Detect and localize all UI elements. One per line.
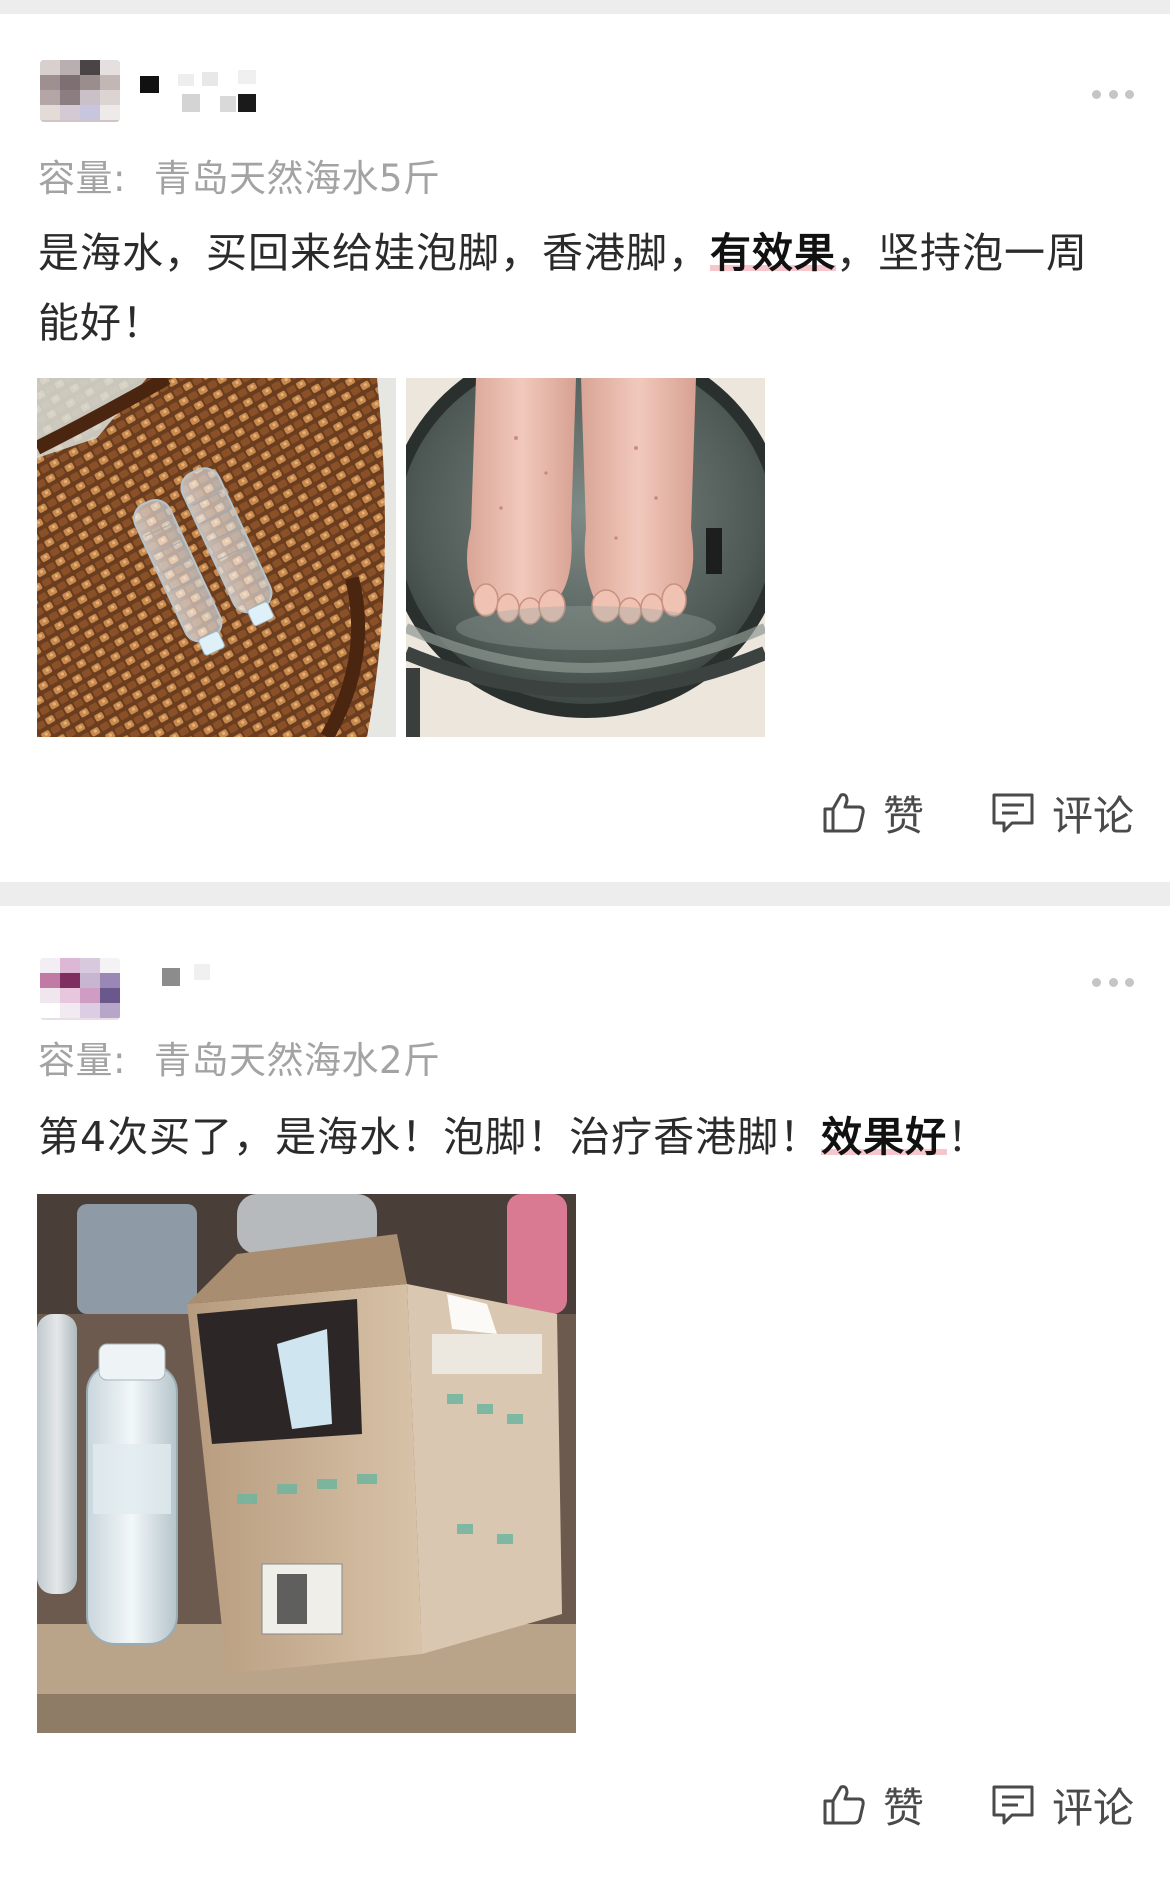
review-actions: 赞 评论	[821, 1776, 1134, 1832]
like-button[interactable]: 赞	[821, 782, 924, 842]
spec-value: 青岛天然海水5斤	[153, 157, 441, 200]
comment-button[interactable]: 评论	[990, 1774, 1134, 1834]
highlighted-keyword: 效果好	[821, 1113, 948, 1161]
review-text-part: ！	[947, 1113, 990, 1161]
review-text: 是海水，买回来给娃泡脚，香港脚，有效果，坚持泡一周能好！	[38, 218, 1108, 358]
comment-icon	[992, 793, 1034, 833]
spec-value: 青岛天然海水2斤	[153, 1039, 441, 1082]
like-label: 赞	[883, 792, 924, 840]
product-spec: 容量: 青岛天然海水5斤	[38, 148, 441, 202]
like-label: 赞	[883, 1784, 924, 1832]
username-masked	[138, 70, 338, 116]
avatar[interactable]	[40, 60, 120, 122]
comment-label: 评论	[1052, 1784, 1134, 1832]
more-dots-icon	[1092, 89, 1101, 99]
review-text: 第4次买了，是海水！泡脚！治疗香港脚！效果好！	[38, 1102, 1108, 1172]
review-photo[interactable]	[406, 378, 765, 737]
username-masked	[138, 960, 338, 1000]
comment-icon	[992, 1785, 1034, 1825]
highlighted-keyword: 有效果	[710, 229, 836, 277]
comment-label: 评论	[1052, 792, 1134, 840]
product-spec: 容量: 青岛天然海水2斤	[38, 1030, 441, 1084]
review-photo[interactable]	[37, 1194, 576, 1733]
more-dots-icon	[1092, 977, 1101, 987]
review-card: 容量: 青岛天然海水5斤 是海水，买回来给娃泡脚，香港脚，有效果，坚持泡一周能好！	[0, 14, 1170, 882]
review-actions: 赞 评论	[821, 784, 1134, 840]
review-feed: 容量: 青岛天然海水5斤 是海水，买回来给娃泡脚，香港脚，有效果，坚持泡一周能好！	[0, 0, 1170, 1879]
review-text-part: 第4次买了，是海水！泡脚！治疗香港脚！	[38, 1113, 822, 1161]
review-text-part: 是海水，买回来给娃泡脚，香港脚，	[38, 229, 710, 277]
review-card: 容量: 青岛天然海水2斤 第4次买了，是海水！泡脚！治疗香港脚！效果好！ 赞 评…	[0, 906, 1170, 1879]
more-options-button[interactable]	[1092, 976, 1134, 988]
feet-soaking-in-basin	[406, 378, 765, 737]
bottle-and-delivery-boxes	[37, 1194, 576, 1733]
avatar[interactable]	[40, 958, 120, 1020]
more-options-button[interactable]	[1092, 88, 1134, 100]
thumbs-up-icon	[823, 793, 865, 833]
comment-button[interactable]: 评论	[990, 782, 1134, 842]
thumbs-up-icon	[823, 1785, 865, 1825]
like-button[interactable]: 赞	[821, 1774, 924, 1834]
water-bottles-on-rattan-chair	[37, 378, 396, 737]
review-photo[interactable]	[37, 378, 396, 737]
spec-label: 容量:	[38, 157, 126, 200]
spec-label: 容量:	[38, 1039, 126, 1082]
